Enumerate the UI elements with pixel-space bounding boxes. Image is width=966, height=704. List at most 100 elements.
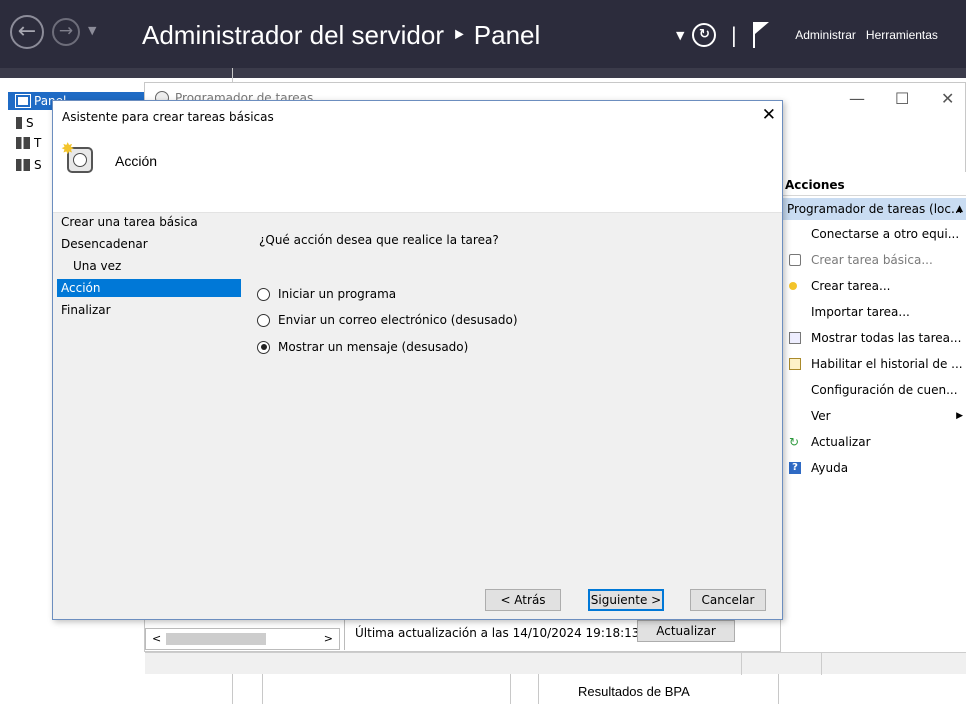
- option-label: Enviar un correo electrónico (desusado): [278, 313, 518, 327]
- maximize-icon[interactable]: ☐: [895, 89, 909, 108]
- show-tasks-icon: [789, 332, 801, 344]
- action-connect-computer[interactable]: Conectarse a otro equi...: [781, 222, 966, 246]
- divider: [262, 674, 263, 704]
- bpa-results-label[interactable]: Resultados de BPA: [578, 684, 690, 699]
- help-icon: ?: [789, 462, 801, 474]
- actions-header: Acciones: [781, 176, 966, 196]
- action-enable-history[interactable]: Habilitar el historial de ...: [781, 352, 966, 376]
- action-label: Mostrar todas las tarea...: [811, 331, 962, 345]
- sidebar-item-local-server[interactable]: S: [16, 114, 34, 132]
- task-status-bar: Última actualización a las 14/10/2024 19…: [344, 618, 776, 650]
- divider: [741, 653, 742, 675]
- wizard-step-title: Acción: [115, 153, 158, 169]
- horizontal-scrollbar[interactable]: < >: [145, 628, 340, 650]
- radio-button-selected[interactable]: [257, 340, 270, 354]
- step-finish[interactable]: Finalizar: [57, 301, 241, 319]
- history-icon: [789, 358, 801, 370]
- chevron-down-icon[interactable]: ▼: [676, 29, 684, 42]
- server-manager-header: ← → ▼ Administrador del servidor ‣ Panel…: [0, 0, 966, 78]
- option-start-program[interactable]: Iniciar un programa: [257, 285, 396, 303]
- divider: [510, 674, 511, 704]
- submenu-arrow-icon: ▶: [956, 411, 963, 421]
- divider: [232, 674, 233, 704]
- action-label: Ayuda: [811, 461, 849, 475]
- action-label: Crear tarea...: [811, 279, 891, 293]
- bpa-row: Resultados de BPA: [232, 674, 966, 704]
- step-action[interactable]: Acción: [57, 279, 241, 297]
- action-question: ¿Qué acción desea que realice la tarea?: [259, 233, 499, 247]
- actions-section-label: Programador de tareas (loc...: [787, 202, 963, 216]
- sparkle-icon: ✸: [61, 139, 75, 158]
- action-label: Crear tarea básica...: [811, 253, 933, 267]
- action-label: Importar tarea...: [811, 305, 910, 319]
- nav-history-dropdown[interactable]: ▼: [88, 24, 96, 37]
- step-trigger[interactable]: Desencadenar: [57, 235, 241, 253]
- refresh-icon: ↻: [789, 435, 800, 449]
- action-refresh[interactable]: ↻ Actualizar: [781, 430, 966, 454]
- scroll-left-icon[interactable]: <: [152, 632, 161, 645]
- divider: [778, 674, 779, 704]
- action-create-task[interactable]: Crear tarea...: [781, 274, 966, 298]
- next-button[interactable]: Siguiente >: [588, 589, 664, 611]
- action-label: Configuración de cuen...: [811, 383, 958, 397]
- chevron-down-icon: ▼: [88, 24, 97, 37]
- server-icon: [16, 117, 22, 129]
- refresh-button[interactable]: Actualizar: [637, 620, 735, 642]
- action-import-task[interactable]: Importar tarea...: [781, 300, 966, 324]
- sidebar-item-label: S: [26, 116, 34, 130]
- refresh-icon[interactable]: ↻: [692, 23, 717, 47]
- option-label: Mostrar un mensaje (desusado): [278, 340, 469, 354]
- collapse-up-icon[interactable]: ▲: [956, 198, 963, 220]
- scroll-thumb[interactable]: [166, 633, 266, 645]
- action-view[interactable]: Ver ▶: [781, 404, 966, 428]
- action-label: Actualizar: [811, 435, 871, 449]
- arrow-left-icon: ←: [17, 19, 37, 44]
- option-send-email[interactable]: Enviar un correo electrónico (desusado): [257, 311, 518, 329]
- sidebar-item-label: T: [34, 136, 42, 150]
- divider: [538, 674, 539, 704]
- header-separator: |: [730, 23, 738, 47]
- actions-pane: Acciones Programador de tareas (loc... ▲…: [780, 172, 966, 652]
- menu-manage[interactable]: Administrar: [795, 28, 856, 42]
- create-basic-task-wizard: Asistente para crear tareas básicas ✕ ✸ …: [52, 100, 783, 620]
- window-status-bar: [145, 652, 966, 675]
- cancel-button[interactable]: Cancelar: [690, 589, 766, 611]
- sidebar-item-all-servers[interactable]: T: [16, 134, 41, 152]
- action-label: Ver: [811, 409, 831, 423]
- action-label: Conectarse a otro equi...: [811, 227, 960, 241]
- radio-button[interactable]: [257, 287, 270, 301]
- notifications-flag-icon[interactable]: [753, 22, 771, 48]
- radio-button[interactable]: [257, 313, 270, 327]
- step-create-basic-task[interactable]: Crear una tarea básica: [57, 213, 241, 231]
- minimize-icon[interactable]: —: [849, 89, 865, 108]
- forward-button[interactable]: →: [52, 18, 80, 46]
- servers-icon: [16, 137, 30, 149]
- action-show-running-tasks[interactable]: Mostrar todas las tarea...: [781, 326, 966, 350]
- task-clock-icon: ✸: [61, 139, 93, 173]
- create-task-icon: [789, 282, 797, 290]
- back-button[interactable]: ←: [10, 15, 44, 49]
- scroll-right-icon[interactable]: >: [324, 632, 333, 645]
- menu-tools[interactable]: Herramientas: [866, 28, 938, 42]
- back-button[interactable]: < Atrás: [485, 589, 561, 611]
- create-basic-task-icon: [789, 254, 801, 266]
- close-icon[interactable]: ✕: [762, 105, 776, 125]
- actions-section-header[interactable]: Programador de tareas (loc... ▲: [781, 198, 966, 220]
- option-label: Iniciar un programa: [278, 287, 397, 301]
- divider: [821, 653, 822, 675]
- option-show-message[interactable]: Mostrar un mensaje (desusado): [257, 338, 468, 356]
- dialog-title: Asistente para crear tareas básicas: [62, 110, 274, 124]
- action-create-basic-task[interactable]: Crear tarea básica...: [781, 248, 966, 272]
- page-title: Administrador del servidor ‣ Panel: [142, 20, 541, 50]
- action-help[interactable]: ? Ayuda: [781, 456, 966, 480]
- close-icon[interactable]: ✕: [941, 89, 954, 108]
- sidebar-item-storage[interactable]: S: [16, 156, 42, 174]
- action-label: Habilitar el historial de ...: [811, 357, 963, 371]
- step-once[interactable]: Una vez: [57, 257, 241, 275]
- wizard-header: ✸ Acción: [53, 131, 782, 213]
- storage-icon: [16, 159, 30, 171]
- last-update-text: Última actualización a las 14/10/2024 19…: [355, 626, 640, 640]
- action-account-config[interactable]: Configuración de cuen...: [781, 378, 966, 402]
- header-actions: ▼ ↻ | Administrar Herramientas: [676, 20, 948, 50]
- sidebar-item-label: S: [34, 158, 42, 172]
